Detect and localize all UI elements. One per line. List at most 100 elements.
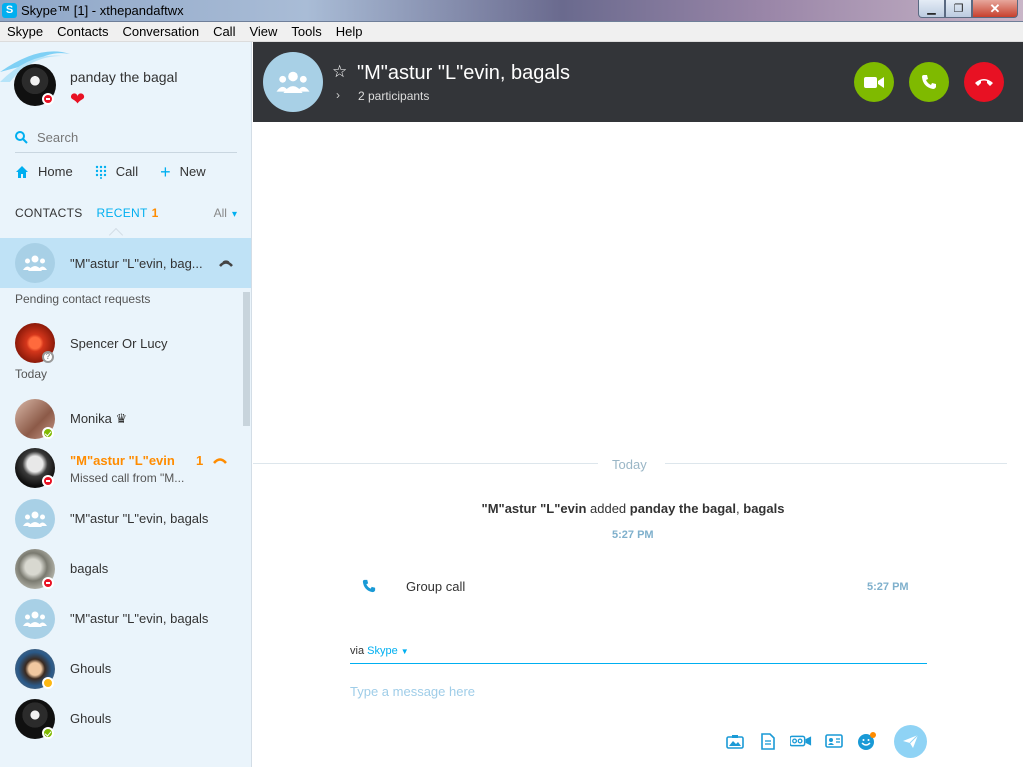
composer-divider: [350, 663, 927, 664]
list-item[interactable]: ? Spencer Or Lucy: [0, 318, 251, 368]
filter-all-dropdown[interactable]: All ▾: [214, 206, 237, 220]
list-item-selected-group[interactable]: "M"astur "L"evin, bag...: [0, 238, 251, 288]
recent-list: "M"astur "L"evin, bag... Pending contact…: [0, 238, 251, 744]
system-message-target-2: bagals: [743, 501, 785, 516]
search-box[interactable]: Search: [15, 123, 237, 153]
menu-conversation[interactable]: Conversation: [115, 22, 206, 41]
favorite-star-icon[interactable]: ☆: [332, 62, 347, 82]
search-icon: [15, 131, 28, 144]
sidebar-scrollbar[interactable]: [243, 292, 250, 426]
list-item[interactable]: "M"astur "L"evin, bagals: [0, 594, 251, 644]
chevron-down-icon: ▾: [231, 209, 237, 220]
hang-up-icon: [975, 79, 993, 86]
video-message-button[interactable]: [790, 732, 812, 750]
send-contact-button[interactable]: [823, 732, 845, 750]
emoticon-button[interactable]: [856, 732, 878, 750]
dialpad-icon: [95, 165, 106, 179]
photo-icon: [726, 734, 744, 749]
send-photo-button[interactable]: [724, 732, 746, 750]
call-dialpad-button[interactable]: Call: [95, 164, 138, 179]
pending-requests-label: Pending contact requests: [15, 292, 151, 306]
chevron-right-icon[interactable]: ›: [336, 88, 340, 102]
list-item[interactable]: Ghouls: [0, 644, 251, 694]
contact-name: "M"astur "L"evin, bagals: [70, 511, 209, 526]
list-item-name: "M"astur "L"evin, bag...: [70, 256, 203, 271]
tab-recent[interactable]: RECENT 1: [97, 206, 159, 220]
unread-count: 1: [196, 453, 204, 468]
day-divider-label: Today: [612, 457, 647, 472]
pending-requests-header: Pending contact requests: [0, 288, 251, 318]
menu-tools[interactable]: Tools: [284, 22, 328, 41]
file-icon: [761, 732, 775, 750]
contact-name: "M"astur "L"evin: [70, 453, 175, 468]
list-item[interactable]: bagals: [0, 544, 251, 594]
nav-row: Home Call + New: [15, 161, 228, 182]
send-button[interactable]: [894, 725, 927, 758]
status-online-icon: [42, 727, 54, 739]
list-item[interactable]: Ghouls: [0, 694, 251, 744]
group-icon: [276, 71, 310, 93]
contact-name: "M"astur "L"evin, bagals: [70, 611, 209, 626]
list-item[interactable]: "M"astur "L"evin, bagals: [0, 494, 251, 544]
group-avatar: [15, 599, 55, 639]
list-item-unread[interactable]: "M"astur "L"evin 1 Missed call from "M..…: [0, 444, 251, 494]
menu-skype[interactable]: Skype: [0, 22, 50, 41]
recent-count-badge: 1: [151, 206, 159, 220]
call-event-time: 5:27 PM: [867, 581, 909, 593]
call-label: Call: [115, 164, 139, 179]
sidebar: panday the bagal ❤ Search Home Call + Ne…: [0, 42, 252, 767]
video-call-button[interactable]: [854, 62, 894, 102]
profile-status-busy-icon: [42, 93, 54, 105]
minimize-icon: ▁: [927, 3, 936, 15]
new-label: New: [179, 164, 206, 179]
system-message-target: panday the bagal: [629, 501, 736, 516]
close-button[interactable]: ✕: [972, 0, 1018, 18]
status-busy-icon: [42, 475, 54, 487]
group-avatar: [15, 243, 55, 283]
contact-name: Ghouls: [70, 711, 112, 726]
profile-name[interactable]: panday the bagal: [70, 69, 177, 85]
last-message-preview: Missed call from "M...: [70, 471, 185, 485]
status-busy-icon: [42, 577, 54, 589]
via-selector[interactable]: via Skype ▼: [350, 645, 409, 657]
contact-tabs: CONTACTS RECENT 1 All ▾: [15, 206, 237, 220]
heart-icon: ❤: [70, 89, 86, 109]
restore-button[interactable]: ❐: [945, 0, 972, 18]
send-file-button[interactable]: [757, 732, 779, 750]
via-service: Skype: [367, 645, 398, 657]
phone-icon: [922, 75, 936, 89]
new-button[interactable]: + New: [160, 161, 206, 182]
today-label: Today: [15, 367, 48, 381]
home-button[interactable]: Home: [15, 164, 73, 179]
conversation-title[interactable]: "M"astur "L"evin, bagals: [357, 62, 570, 85]
menu-help[interactable]: Help: [329, 22, 370, 41]
system-message-separator: ,: [736, 501, 740, 516]
caret-down-icon: ▼: [400, 647, 409, 656]
plus-icon: +: [160, 161, 171, 182]
video-message-icon: [790, 735, 812, 747]
list-item[interactable]: Monika ♛: [0, 394, 251, 444]
minimize-button[interactable]: ▁: [918, 0, 945, 18]
hang-up-button[interactable]: [964, 62, 1004, 102]
skype-logo-icon: S: [2, 3, 17, 18]
divider-right: [665, 463, 1007, 464]
call-event-label: Group call: [406, 579, 466, 594]
status-unknown-icon: ?: [42, 351, 54, 363]
missed-call-icon: [213, 458, 227, 464]
menu-contacts[interactable]: Contacts: [50, 22, 115, 41]
menu-call[interactable]: Call: [206, 22, 242, 41]
window-title: Skype™ [1] - xthepandaftwx: [21, 3, 184, 18]
audio-call-button[interactable]: [909, 62, 949, 102]
conversation-avatar[interactable]: [263, 52, 323, 112]
home-label: Home: [38, 164, 73, 179]
contact-name: Spencer Or Lucy: [70, 336, 168, 351]
status-away-icon: [42, 677, 54, 689]
group-icon: [23, 511, 47, 527]
menu-view[interactable]: View: [242, 22, 284, 41]
video-camera-icon: [864, 76, 884, 88]
contact-name: bagals: [70, 561, 109, 576]
participants-count[interactable]: 2 participants: [358, 89, 429, 103]
home-icon: [16, 165, 28, 178]
message-input[interactable]: Type a message here: [350, 684, 475, 699]
tab-contacts[interactable]: CONTACTS: [15, 206, 83, 220]
